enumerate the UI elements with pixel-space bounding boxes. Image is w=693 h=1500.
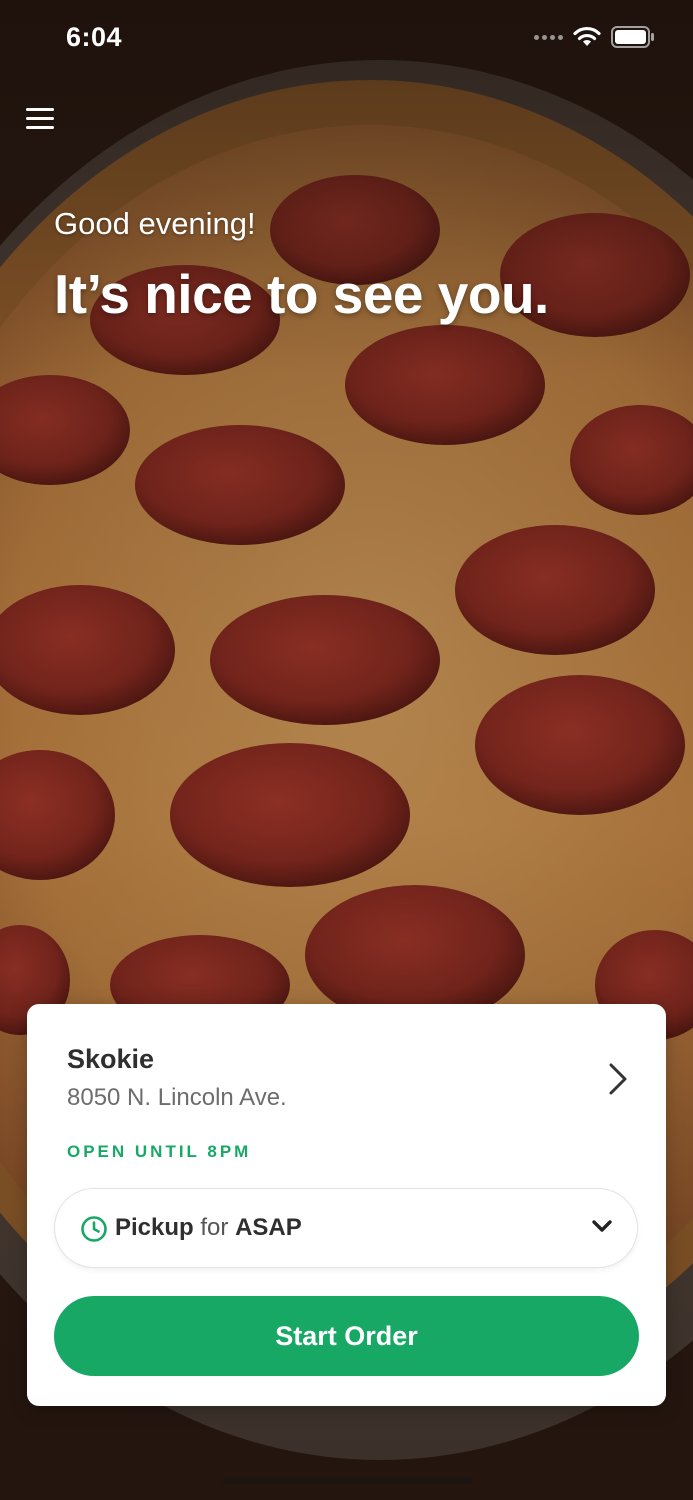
store-name: Skokie — [67, 1044, 155, 1074]
headline-text: It’s nice to see you. — [54, 263, 549, 325]
chevron-right-icon[interactable] — [606, 1062, 630, 1096]
cellular-signal-icon — [534, 34, 563, 40]
chevron-down-icon — [592, 1220, 612, 1232]
battery-icon — [611, 26, 654, 48]
start-order-button[interactable]: Start Order — [54, 1296, 639, 1376]
store-hours-status: OPEN UNTIL 8PM — [67, 1142, 252, 1161]
wifi-icon — [573, 26, 601, 46]
order-connector: for — [200, 1214, 229, 1241]
greeting-text: Good evening! — [54, 206, 256, 241]
order-type-label: Pickup for ASAP — [115, 1214, 302, 1242]
clock-icon — [81, 1216, 107, 1242]
location-info[interactable]: Skokie 8050 N. Lincoln Ave. — [27, 1004, 666, 1129]
store-address: 8050 N. Lincoln Ave. — [67, 1084, 287, 1111]
status-time: 6:04 — [66, 22, 123, 52]
status-icons — [534, 26, 655, 48]
hamburger-menu-icon[interactable] — [26, 106, 56, 132]
status-bar: 6:04 — [0, 0, 693, 80]
home-indicator[interactable] — [223, 1478, 473, 1484]
order-type-dropdown[interactable]: Pickup for ASAP — [54, 1188, 638, 1268]
location-card: Skokie 8050 N. Lincoln Ave. OPEN UNTIL 8… — [27, 1004, 666, 1406]
order-time: ASAP — [235, 1214, 302, 1241]
order-mode: Pickup — [115, 1214, 194, 1241]
